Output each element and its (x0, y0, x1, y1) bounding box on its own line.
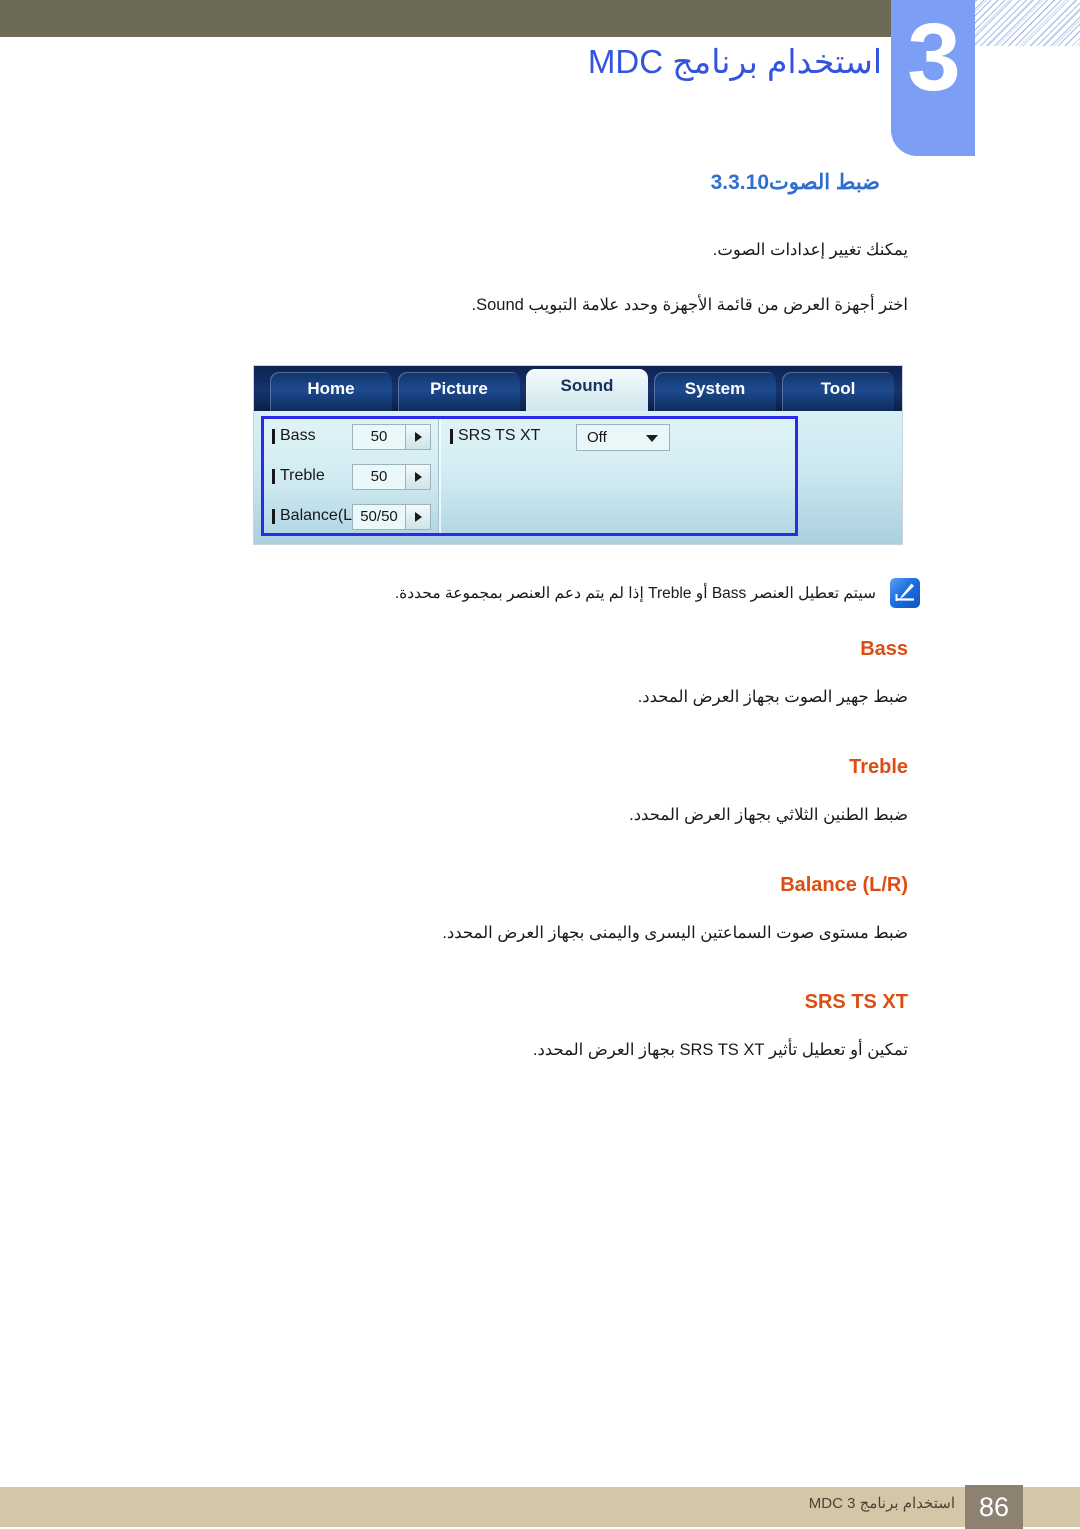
page-content: ضبط الصوت3.3.10 يمكنك تغيير إعدادات الصو… (0, 170, 1080, 318)
note-pencil-icon (890, 578, 920, 608)
description-treble: ضبط الطنين الثلاثي بجهاز العرض المحدد. (629, 805, 908, 824)
mdc-spinner-treble[interactable]: 50 (352, 464, 431, 490)
mdc-tab-picture[interactable]: Picture (398, 372, 520, 411)
chapter-title: استخدام برنامج MDC (587, 43, 882, 80)
description-bass: ضبط جهير الصوت بجهاز العرض المحدد. (637, 688, 908, 706)
section-intro-text: يمكنك تغيير إعدادات الصوت. (712, 241, 908, 259)
arrow-right-icon[interactable] (405, 465, 430, 489)
mdc-sound-tab-screenshot: Home Picture Sound System Tool Bass 50 T… (253, 365, 903, 545)
mdc-panel-divider (438, 419, 441, 533)
mdc-spinner-balance[interactable]: 50/50 (352, 504, 431, 530)
section-title: ضبط الصوت (769, 171, 880, 194)
mdc-highlighted-settings-panel: Bass 50 Treble 50 Balance(L/R) 50/50 SRS… (261, 416, 798, 536)
header-hatch-decoration (975, 0, 1080, 46)
mdc-value-bass: 50 (353, 425, 405, 449)
mdc-dropdown-srs-ts-xt[interactable]: Off (576, 424, 670, 451)
mdc-spinner-bass[interactable]: 50 (352, 424, 431, 450)
mdc-tab-home[interactable]: Home (270, 372, 392, 411)
mdc-label-bass: Bass (280, 427, 316, 444)
mdc-tab-system[interactable]: System (654, 372, 776, 411)
sub-heading-srs-ts-xt: SRS TS XT (804, 991, 908, 1014)
bullet-icon (272, 428, 275, 444)
section-heading: ضبط الصوت3.3.10 (0, 170, 1080, 214)
description-srs-ts-xt: تمكين أو تعطيل تأثير SRS TS XT بجهاز الع… (532, 1041, 908, 1060)
footer-text: استخدام برنامج MDC 3 (808, 1495, 955, 1512)
mdc-tab-bar: Home Picture Sound System Tool (254, 366, 902, 411)
section-number: 3.3.10 (710, 170, 769, 194)
description-balance: ضبط مستوى صوت السماعتين اليسرى واليمنى ب… (442, 923, 908, 942)
mdc-sound-panel-body: Bass 50 Treble 50 Balance(L/R) 50/50 SRS… (254, 411, 902, 544)
mdc-value-treble: 50 (353, 465, 405, 489)
bullet-icon (450, 428, 453, 444)
bullet-icon (272, 508, 275, 524)
mdc-value-balance: 50/50 (353, 505, 405, 529)
header-olive-bar (0, 0, 891, 37)
chapter-number: 3 (907, 4, 960, 111)
mdc-row-bass: Bass (272, 426, 316, 458)
page-lower-content: سيتم تعطيل العنصر Bass أو Treble إذا لم … (0, 578, 1080, 1063)
footer-page-number: 86 (965, 1485, 1023, 1529)
bullet-icon (272, 468, 275, 484)
mdc-tab-sound[interactable]: Sound (526, 369, 648, 411)
mdc-tab-tool[interactable]: Tool (782, 372, 894, 411)
section-instruction-text: اختر أجهزة العرض من قائمة الأجهزة وحدد ع… (471, 295, 908, 314)
note-text: سيتم تعطيل العنصر Bass أو Treble إذا لم … (394, 584, 876, 602)
chevron-down-icon[interactable] (646, 435, 658, 442)
sub-heading-bass: Bass (860, 638, 908, 660)
mdc-label-srs-ts-xt: SRS TS XT (458, 427, 541, 444)
arrow-right-icon[interactable] (405, 425, 430, 449)
mdc-row-treble: Treble (272, 466, 325, 498)
chapter-number-tab: 3 (891, 0, 975, 156)
sub-heading-treble: Treble (849, 755, 908, 778)
mdc-value-srs-ts-xt: Off (587, 429, 607, 446)
mdc-row-srs-ts-xt: SRS TS XT (450, 426, 540, 458)
note-block: سيتم تعطيل العنصر Bass أو Treble إذا لم … (0, 578, 1080, 608)
sub-heading-balance: Balance (L/R) (780, 873, 908, 896)
arrow-right-icon[interactable] (405, 505, 430, 529)
mdc-label-treble: Treble (280, 467, 325, 484)
